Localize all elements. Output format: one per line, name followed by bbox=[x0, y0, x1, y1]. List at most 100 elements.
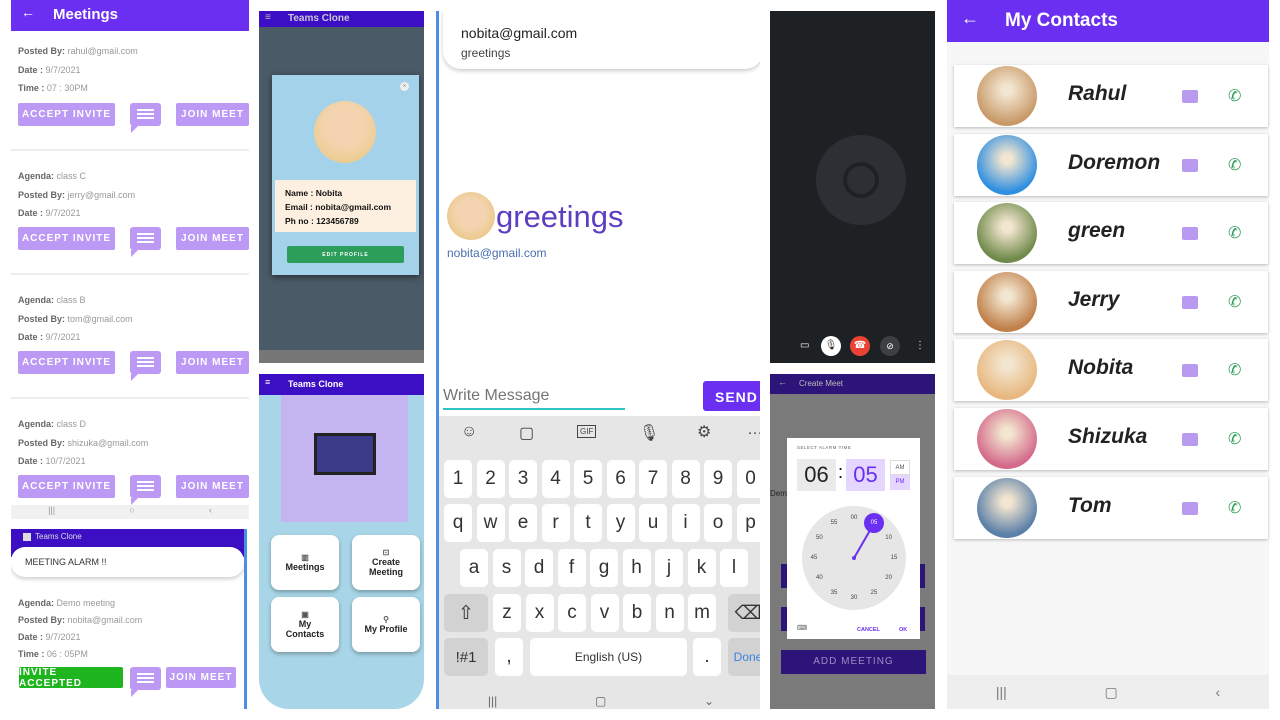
phone-icon[interactable]: ✆ bbox=[1228, 429, 1241, 449]
dial-number[interactable]: 45 bbox=[811, 555, 818, 561]
contact-row[interactable]: Jerry ✆ bbox=[954, 270, 1268, 333]
key-v[interactable]: v bbox=[590, 594, 619, 632]
contact-row[interactable]: green ✆ bbox=[954, 202, 1268, 265]
join-meet-button[interactable]: JOIN MEET bbox=[176, 351, 249, 374]
send-button[interactable]: SEND bbox=[703, 381, 760, 411]
key-k[interactable]: k bbox=[687, 549, 716, 587]
am-toggle[interactable]: AM bbox=[890, 460, 910, 475]
contact-row[interactable]: Tom ✆ bbox=[954, 476, 1268, 539]
dial-number[interactable]: 40 bbox=[816, 575, 823, 581]
gif-icon[interactable]: GIF bbox=[577, 425, 597, 438]
shift-key[interactable]: ⇧ bbox=[444, 594, 488, 632]
microphone-icon[interactable]: 🎙 bbox=[639, 423, 659, 443]
keyboard-mode-icon[interactable]: ⌨ bbox=[797, 624, 807, 632]
key-9[interactable]: 9 bbox=[704, 460, 732, 498]
accept-invite-button[interactable]: ACCEPT INVITE bbox=[18, 103, 115, 126]
end-call-button[interactable]: ☎ bbox=[850, 336, 870, 356]
home-tile-meetings[interactable]: ▥ Meetings bbox=[271, 535, 339, 590]
home-icon[interactable]: ▢ bbox=[595, 694, 606, 709]
recents-icon[interactable]: ||| bbox=[996, 684, 1007, 700]
join-meet-button[interactable]: JOIN MEET bbox=[176, 103, 249, 126]
home-tile-create-meeting[interactable]: ⊡ Create Meeting bbox=[352, 535, 420, 590]
chat-icon[interactable]: ▭ bbox=[800, 340, 809, 351]
chat-icon[interactable] bbox=[130, 351, 161, 381]
contact-row[interactable]: Rahul ✆ bbox=[954, 65, 1268, 127]
phone-icon[interactable]: ✆ bbox=[1228, 86, 1241, 106]
more-icon[interactable]: … bbox=[747, 421, 760, 439]
recents-icon[interactable]: ||| bbox=[48, 505, 55, 519]
cancel-button[interactable]: CANCEL bbox=[857, 627, 880, 633]
menu-icon[interactable]: ≡ bbox=[265, 377, 270, 387]
dial-number[interactable]: 50 bbox=[816, 535, 823, 541]
key-d[interactable]: d bbox=[525, 549, 553, 587]
key-p[interactable]: p bbox=[736, 504, 760, 542]
message-preview[interactable]: nobita@gmail.com greetings bbox=[443, 11, 760, 69]
message-icon[interactable] bbox=[1182, 364, 1198, 378]
contact-row[interactable]: Doremon ✆ bbox=[954, 133, 1268, 196]
accept-invite-button[interactable]: ACCEPT INVITE bbox=[18, 227, 115, 250]
key-f[interactable]: f bbox=[557, 549, 586, 587]
key-w[interactable]: w bbox=[476, 504, 505, 542]
message-icon[interactable] bbox=[1182, 501, 1198, 515]
back-arrow-icon[interactable]: ← bbox=[21, 4, 35, 20]
key-z[interactable]: z bbox=[493, 594, 521, 632]
space-key[interactable]: English (US) bbox=[530, 638, 687, 676]
emoji-icon[interactable]: ☺ bbox=[461, 423, 477, 441]
minute-display[interactable]: 05 bbox=[846, 459, 885, 491]
back-icon[interactable]: ‹ bbox=[1215, 684, 1220, 700]
chat-icon[interactable] bbox=[130, 475, 161, 505]
back-icon[interactable]: ‹ bbox=[209, 505, 212, 519]
message-input[interactable] bbox=[443, 384, 625, 410]
key-g[interactable]: g bbox=[590, 549, 618, 587]
dial-number[interactable]: 35 bbox=[831, 590, 838, 596]
chat-icon[interactable] bbox=[130, 227, 161, 257]
key-0[interactable]: 0 bbox=[736, 460, 760, 498]
message-icon[interactable] bbox=[1182, 90, 1198, 103]
key-1[interactable]: 1 bbox=[444, 460, 472, 498]
agenda-input[interactable]: Dem bbox=[770, 489, 787, 498]
sticker-icon[interactable]: ▢ bbox=[519, 423, 534, 443]
back-arrow-icon[interactable]: ← bbox=[961, 8, 979, 29]
hour-display[interactable]: 06 bbox=[797, 459, 836, 491]
join-meet-button[interactable]: JOIN MEET bbox=[176, 227, 249, 250]
key-u[interactable]: u bbox=[639, 504, 667, 542]
mic-button[interactable]: 🎙 bbox=[821, 336, 841, 356]
comma-key[interactable]: , bbox=[495, 638, 523, 676]
key-h[interactable]: h bbox=[622, 549, 651, 587]
symbols-key[interactable]: !#1 bbox=[444, 638, 488, 676]
home-tile-my-profile[interactable]: ⚲ My Profile bbox=[352, 597, 420, 652]
settings-icon[interactable]: ⚙ bbox=[697, 422, 711, 442]
key-j[interactable]: j bbox=[655, 549, 683, 587]
key-8[interactable]: 8 bbox=[671, 460, 700, 498]
alarm-notification[interactable]: MEETING ALARM !! bbox=[11, 547, 244, 577]
menu-icon[interactable]: ≡ bbox=[265, 12, 271, 23]
phone-icon[interactable]: ✆ bbox=[1228, 155, 1241, 175]
period-key[interactable]: . bbox=[693, 638, 721, 676]
key-r[interactable]: r bbox=[541, 504, 570, 542]
join-meet-button[interactable]: JOIN MEET bbox=[176, 475, 249, 498]
key-b[interactable]: b bbox=[623, 594, 651, 632]
done-key[interactable]: Done bbox=[728, 638, 760, 676]
ok-button[interactable]: OK bbox=[899, 627, 907, 633]
home-icon[interactable]: ○ bbox=[129, 505, 134, 519]
key-4[interactable]: 4 bbox=[541, 460, 570, 498]
chat-icon[interactable] bbox=[130, 103, 161, 133]
invite-accepted-button[interactable]: INVITE ACCEPTED bbox=[19, 667, 123, 689]
message-icon[interactable] bbox=[1182, 158, 1198, 172]
dial-number[interactable]: 55 bbox=[831, 520, 838, 526]
clock-dial[interactable]: 000510152025303540455055 bbox=[802, 506, 906, 610]
camera-off-button[interactable]: ⊘ bbox=[880, 336, 900, 356]
contact-row[interactable]: Nobita ✆ bbox=[954, 339, 1268, 402]
phone-icon[interactable]: ✆ bbox=[1228, 360, 1241, 380]
key-5[interactable]: 5 bbox=[574, 460, 602, 498]
key-t[interactable]: t bbox=[574, 504, 602, 542]
message-icon[interactable] bbox=[1182, 295, 1198, 309]
dial-number[interactable]: 30 bbox=[851, 595, 858, 601]
pm-toggle[interactable]: PM bbox=[890, 475, 910, 490]
key-i[interactable]: i bbox=[671, 504, 700, 542]
key-o[interactable]: o bbox=[704, 504, 732, 542]
join-meet-button[interactable]: JOIN MEET bbox=[166, 667, 236, 688]
key-e[interactable]: e bbox=[509, 504, 537, 542]
message-icon[interactable] bbox=[1182, 227, 1198, 241]
key-s[interactable]: s bbox=[492, 549, 521, 587]
